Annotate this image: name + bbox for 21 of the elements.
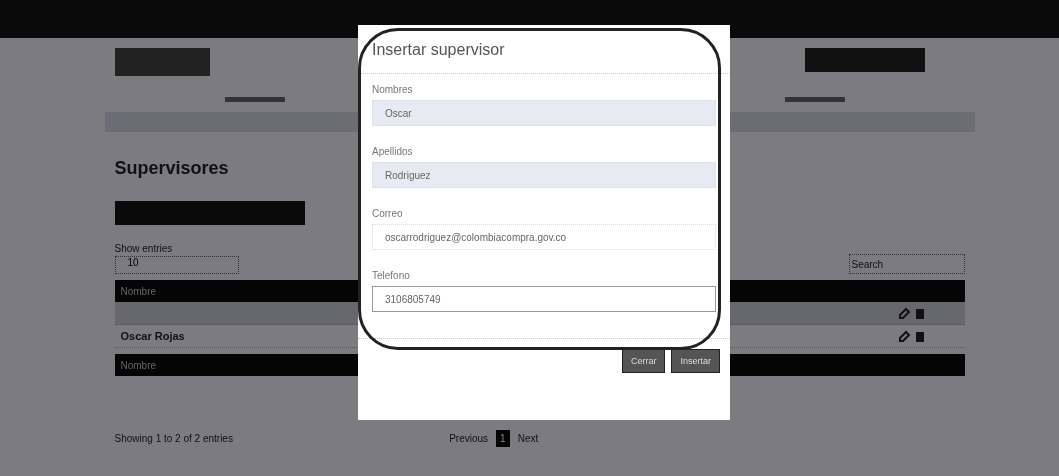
edit-icon[interactable] xyxy=(898,307,911,319)
pagination-link[interactable]: Next xyxy=(513,430,543,447)
nav-link[interactable] xyxy=(224,96,285,102)
pagination-link[interactable]: 1 xyxy=(496,430,510,447)
input-field[interactable]: 3106805749 xyxy=(372,286,716,312)
field-label: Nombres xyxy=(372,84,414,95)
search-field[interactable]: Search xyxy=(848,254,965,274)
input-field[interactable]: oscarrodriguez@colombiacompra.gov.co xyxy=(372,224,716,250)
entries-select[interactable]: 10 xyxy=(114,256,239,274)
page-heading: Supervisores xyxy=(114,158,229,179)
dialog-button[interactable]: Insertar xyxy=(671,349,720,373)
table-info: Showing 1 to 2 of 2 entries xyxy=(114,433,233,444)
dialog-button[interactable]: Cerrar xyxy=(621,349,666,373)
table-cell: Oscar Rojas xyxy=(120,330,185,342)
field-label: Apellidos xyxy=(372,146,414,157)
field-label: Correo xyxy=(372,208,404,219)
nav-link[interactable] xyxy=(784,96,845,102)
pagination-link[interactable]: Previous xyxy=(445,430,493,447)
show-entries-label: Show entries xyxy=(114,243,174,254)
edit-icon[interactable] xyxy=(898,330,911,342)
field-label: Telefono xyxy=(372,270,411,281)
